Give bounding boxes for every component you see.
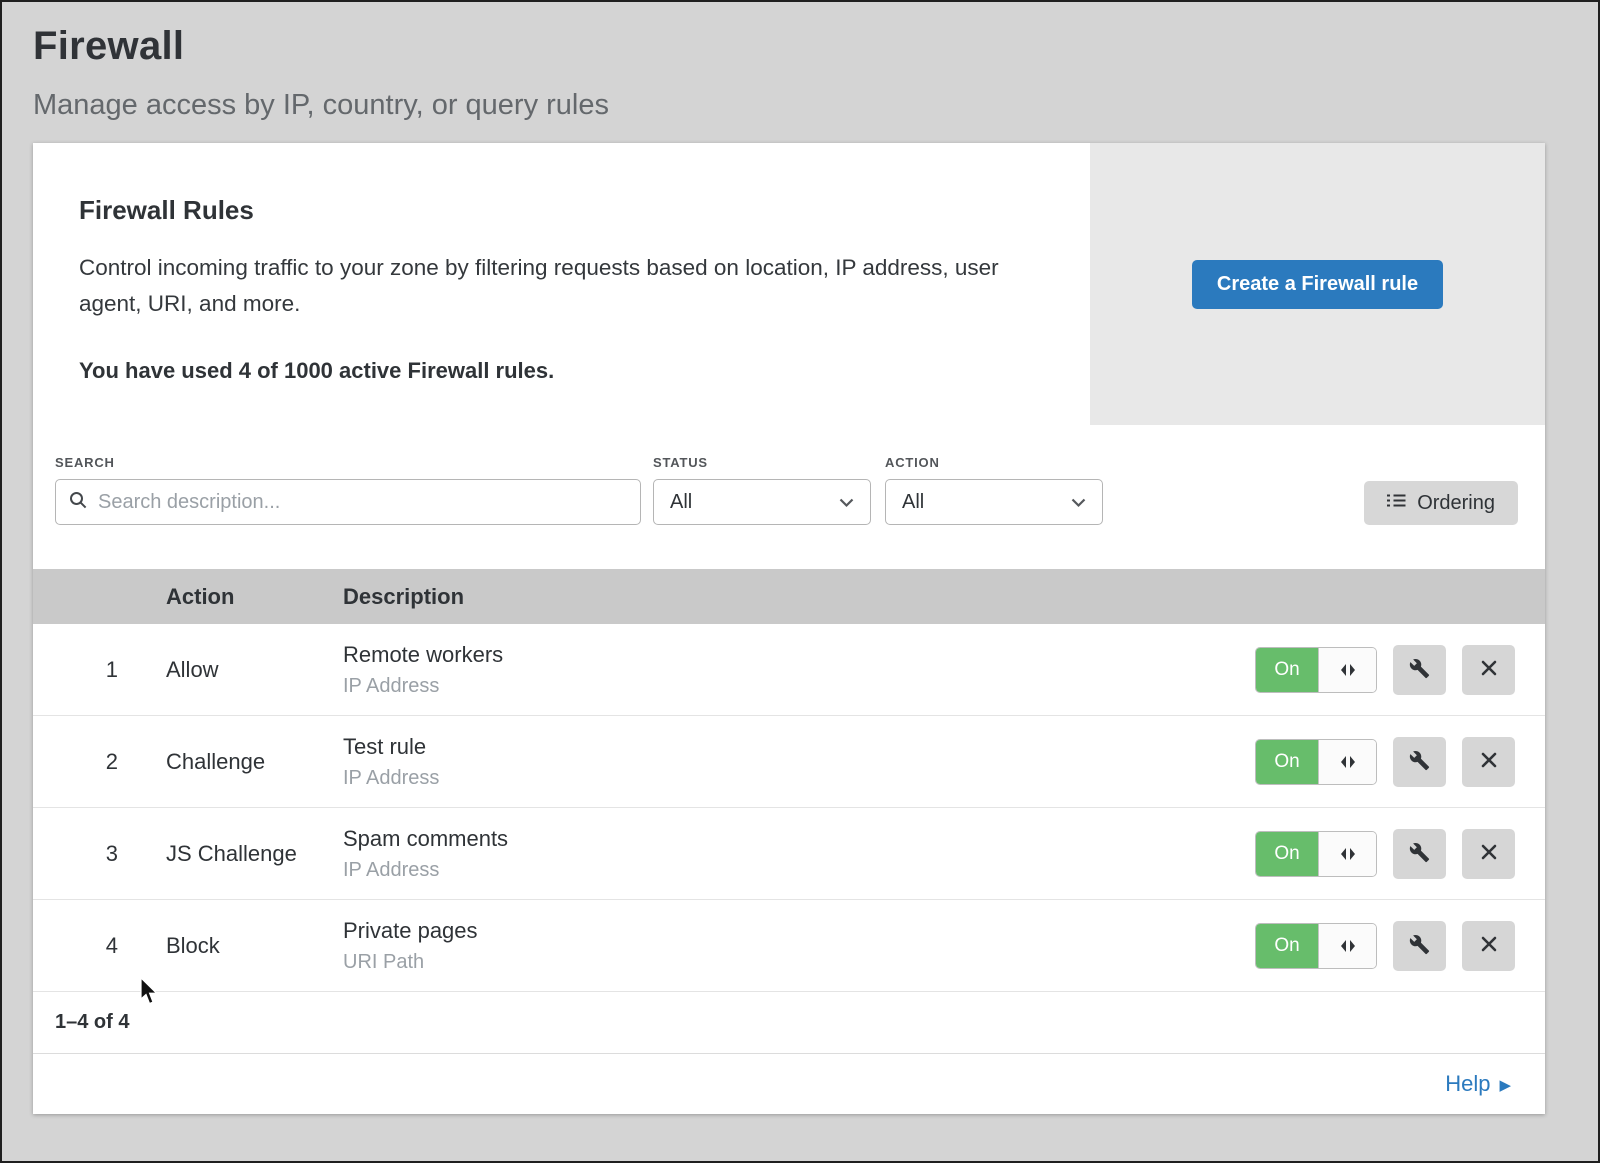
- rule-action: Allow: [166, 657, 343, 683]
- arrow-right-icon: ▶: [1499, 1076, 1511, 1093]
- toggle-on-segment[interactable]: On: [1256, 924, 1318, 968]
- rule-index: 1: [33, 657, 166, 683]
- rule-match-type: URI Path: [343, 951, 1255, 974]
- page-header: Firewall Manage access by IP, country, o…: [2, 2, 1598, 122]
- rule-toggle[interactable]: On: [1255, 739, 1377, 785]
- ordering-button[interactable]: Ordering: [1364, 481, 1518, 525]
- wrench-icon: [1409, 842, 1430, 866]
- firewall-page: Firewall Manage access by IP, country, o…: [0, 0, 1600, 1163]
- firewall-rules-card: Firewall Rules Control incoming traffic …: [33, 143, 1545, 1114]
- toggle-arrows-icon[interactable]: [1318, 832, 1376, 876]
- action-select[interactable]: All: [885, 479, 1103, 525]
- rule-description: Remote workers: [343, 642, 1255, 668]
- rule-toggle[interactable]: On: [1255, 647, 1377, 693]
- rules-card-description: Control incoming traffic to your zone by…: [79, 250, 1029, 322]
- action-label: ACTION: [885, 455, 1117, 470]
- rule-index: 2: [33, 749, 166, 775]
- page-title: Firewall: [33, 24, 1598, 69]
- help-row: Help ▶: [33, 1054, 1545, 1114]
- wrench-icon: [1409, 750, 1430, 774]
- table-header: Action Description: [33, 569, 1545, 624]
- wrench-icon: [1409, 658, 1430, 682]
- ordering-list-icon: [1387, 492, 1406, 515]
- status-label: STATUS: [653, 455, 885, 470]
- toggle-on-segment[interactable]: On: [1256, 832, 1318, 876]
- status-select[interactable]: All: [653, 479, 871, 525]
- edit-rule-button[interactable]: [1393, 645, 1446, 695]
- rule-description: Spam comments: [343, 826, 1255, 852]
- delete-rule-button[interactable]: [1462, 829, 1515, 879]
- toggle-arrows-icon[interactable]: [1318, 648, 1376, 692]
- toggle-on-segment[interactable]: On: [1256, 740, 1318, 784]
- filters-bar: SEARCH STATUS All ACTION: [33, 425, 1545, 569]
- toggle-on-segment[interactable]: On: [1256, 648, 1318, 692]
- search-icon: [69, 491, 87, 514]
- rule-toggle[interactable]: On: [1255, 831, 1377, 877]
- action-select-value: All: [902, 491, 924, 514]
- page-subtitle: Manage access by IP, country, or query r…: [33, 89, 1598, 122]
- search-field[interactable]: [55, 479, 641, 525]
- search-input[interactable]: [96, 490, 627, 515]
- toggle-arrows-icon[interactable]: [1318, 740, 1376, 784]
- rule-controls: On: [1255, 737, 1545, 787]
- edit-rule-button[interactable]: [1393, 921, 1446, 971]
- column-description: Description: [343, 584, 1545, 610]
- pagination-status: 1–4 of 4: [33, 992, 1545, 1054]
- rule-toggle[interactable]: On: [1255, 923, 1377, 969]
- rules-header-section: Firewall Rules Control incoming traffic …: [33, 143, 1545, 425]
- toggle-arrows-icon[interactable]: [1318, 924, 1376, 968]
- rules-info: Firewall Rules Control incoming traffic …: [33, 143, 1090, 425]
- rule-index: 3: [33, 841, 166, 867]
- delete-rule-button[interactable]: [1462, 737, 1515, 787]
- rule-description-cell: Test rule IP Address: [343, 734, 1255, 790]
- help-link[interactable]: Help ▶: [1445, 1071, 1511, 1097]
- rules-card-title: Firewall Rules: [79, 195, 1050, 226]
- close-icon: [1479, 658, 1499, 681]
- rule-match-type: IP Address: [343, 767, 1255, 790]
- column-action: Action: [166, 584, 343, 610]
- close-icon: [1479, 842, 1499, 865]
- rule-controls: On: [1255, 645, 1545, 695]
- rule-action: Challenge: [166, 749, 343, 775]
- rule-description-cell: Remote workers IP Address: [343, 642, 1255, 698]
- action-filter-group: ACTION All: [885, 455, 1117, 525]
- delete-rule-button[interactable]: [1462, 645, 1515, 695]
- rule-action: Block: [166, 933, 343, 959]
- table-row: 4 Block Private pages URI Path On: [33, 900, 1545, 992]
- rule-action: JS Challenge: [166, 841, 343, 867]
- search-filter-group: SEARCH: [55, 455, 653, 525]
- rules-cta-panel: Create a Firewall rule: [1090, 143, 1545, 425]
- ordering-button-label: Ordering: [1417, 492, 1495, 515]
- rule-controls: On: [1255, 921, 1545, 971]
- rules-usage-text: You have used 4 of 1000 active Firewall …: [79, 358, 1050, 384]
- rule-controls: On: [1255, 829, 1545, 879]
- chevron-down-icon: [1071, 491, 1086, 514]
- close-icon: [1479, 750, 1499, 773]
- table-row: 2 Challenge Test rule IP Address On: [33, 716, 1545, 808]
- status-select-value: All: [670, 491, 692, 514]
- edit-rule-button[interactable]: [1393, 737, 1446, 787]
- rule-match-type: IP Address: [343, 675, 1255, 698]
- search-label: SEARCH: [55, 455, 653, 470]
- close-icon: [1479, 934, 1499, 957]
- table-row: 1 Allow Remote workers IP Address On: [33, 624, 1545, 716]
- rule-description-cell: Private pages URI Path: [343, 918, 1255, 974]
- rule-index: 4: [33, 933, 166, 959]
- rule-description: Private pages: [343, 918, 1255, 944]
- rule-description-cell: Spam comments IP Address: [343, 826, 1255, 882]
- help-link-label: Help: [1445, 1071, 1490, 1097]
- table-row: 3 JS Challenge Spam comments IP Address …: [33, 808, 1545, 900]
- wrench-icon: [1409, 934, 1430, 958]
- status-filter-group: STATUS All: [653, 455, 885, 525]
- rule-description: Test rule: [343, 734, 1255, 760]
- rule-match-type: IP Address: [343, 859, 1255, 882]
- delete-rule-button[interactable]: [1462, 921, 1515, 971]
- chevron-down-icon: [839, 491, 854, 514]
- edit-rule-button[interactable]: [1393, 829, 1446, 879]
- create-firewall-rule-button[interactable]: Create a Firewall rule: [1192, 260, 1443, 309]
